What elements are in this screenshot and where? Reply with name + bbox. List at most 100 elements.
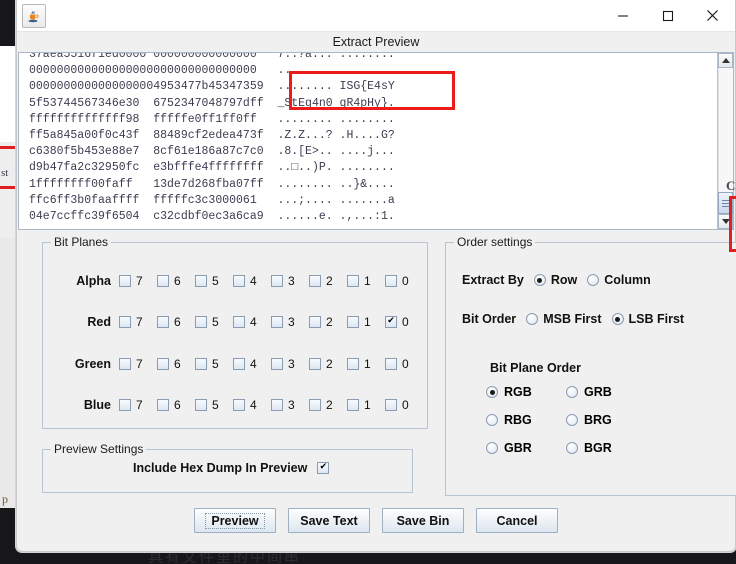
radio-bit-order-lsb-label: LSB First (628, 312, 685, 326)
save-bin-button[interactable]: Save Bin (382, 508, 464, 533)
extract-by-row: Extract By Row Column (462, 273, 651, 287)
include-hex-dump-checkbox[interactable] (317, 462, 330, 474)
bit-number-label: 2 (326, 398, 333, 412)
hex-dump-textarea[interactable]: 37aea5516f1ed0000 000000000000000 7..?a.… (18, 52, 734, 230)
bit-number-label: 0 (402, 274, 409, 288)
bit-plane-cell: 4 (233, 274, 271, 288)
bit-number-label: 4 (250, 357, 257, 371)
bit-number-label: 5 (212, 398, 219, 412)
checkbox-blue-bit-6[interactable] (157, 399, 169, 411)
bit-plane-row-green: Green 7 6 5 4 3 2 1 0 (43, 354, 427, 374)
hex-dump-line: 37aea5516f1ed0000 000000000000000 7..?a.… (29, 52, 395, 61)
radio-extract-by-row[interactable]: Row (533, 273, 577, 287)
hex-dump-line: d9b47fa2c32950fc e3bfffe4ffffffff ..□..)… (29, 161, 395, 175)
checkbox-green-bit-3[interactable] (271, 358, 283, 370)
radio-extract-by-column-label: Column (604, 273, 651, 287)
window-controls (600, 0, 735, 31)
radio-bit-order-msb[interactable]: MSB First (526, 312, 602, 326)
scroll-up-arrow-icon[interactable] (718, 53, 733, 68)
checkbox-alpha-bit-6[interactable] (157, 275, 169, 287)
bit-plane-cell: 3 (271, 315, 309, 329)
save-text-button[interactable]: Save Text (288, 508, 370, 533)
checkbox-alpha-bit-3[interactable] (271, 275, 283, 287)
bit-plane-row-alpha: Alpha 7 6 5 4 3 2 1 0 (43, 271, 427, 291)
checkbox-blue-bit-5[interactable] (195, 399, 207, 411)
checkbox-red-bit-3[interactable] (271, 316, 283, 328)
bit-number-label: 6 (174, 315, 181, 329)
radio-extract-by-row-indicator (533, 274, 546, 286)
radio-bit-plane-order-gbr[interactable]: GBR (486, 441, 566, 455)
checkbox-blue-bit-3[interactable] (271, 399, 283, 411)
bit-plane-order-row: GBR BGR (486, 441, 706, 455)
radio-brg-label: BRG (584, 413, 612, 427)
maximize-button[interactable] (645, 0, 690, 31)
bit-number-label: 1 (364, 274, 371, 288)
radio-bit-plane-order-rbg[interactable]: RBG (486, 413, 566, 427)
checkbox-alpha-bit-5[interactable] (195, 275, 207, 287)
hex-dump-line: 5f53744567346e30 6752347048797dff _StEg4… (29, 96, 395, 110)
radio-extract-by-column-indicator (587, 274, 600, 286)
bit-plane-channel-label: Green (74, 357, 111, 371)
hex-dump-line: ff5a845a00f0c43f 88489cf2edea473f .Z.Z..… (29, 129, 395, 143)
bit-plane-channel-label: Red (87, 315, 111, 329)
bit-number-label: 4 (250, 398, 257, 412)
checkbox-green-bit-7[interactable] (119, 358, 131, 370)
checkbox-green-bit-2[interactable] (309, 358, 321, 370)
bit-order-row: Bit Order MSB First LSB First (462, 312, 684, 326)
bit-number-label: 5 (212, 315, 219, 329)
bit-plane-cell: 3 (271, 398, 309, 412)
checkbox-green-bit-4[interactable] (233, 358, 245, 370)
preview-button[interactable]: Preview (194, 508, 276, 533)
bit-number-label: 4 (250, 274, 257, 288)
bit-plane-channel-label: Blue (83, 398, 111, 412)
bit-plane-cell: 1 (347, 274, 385, 288)
checkbox-red-bit-5[interactable] (195, 316, 207, 328)
radio-bit-plane-order-grb[interactable]: GRB (566, 385, 646, 399)
checkbox-red-bit-6[interactable] (157, 316, 169, 328)
bit-number-label: 4 (250, 315, 257, 329)
checkbox-red-bit-1[interactable] (347, 316, 359, 328)
radio-rgb-label: RGB (504, 385, 532, 399)
checkbox-blue-bit-7[interactable] (119, 399, 131, 411)
minimize-button[interactable] (600, 0, 645, 31)
bit-number-label: 7 (136, 315, 143, 329)
bit-plane-cell: 7 (119, 357, 157, 371)
close-button[interactable] (690, 0, 735, 31)
checkbox-green-bit-5[interactable] (195, 358, 207, 370)
radio-bit-plane-order-rgb[interactable]: RGB (486, 385, 566, 399)
checkbox-red-bit-2[interactable] (309, 316, 321, 328)
checkbox-red-bit-4[interactable] (233, 316, 245, 328)
radio-bit-order-lsb-indicator (611, 313, 624, 325)
radio-bit-plane-order-brg[interactable]: BRG (566, 413, 646, 427)
checkbox-green-bit-6[interactable] (157, 358, 169, 370)
checkbox-blue-bit-4[interactable] (233, 399, 245, 411)
radio-bit-plane-order-bgr[interactable]: BGR (566, 441, 646, 455)
bit-number-label: 6 (174, 274, 181, 288)
checkbox-alpha-bit-7[interactable] (119, 275, 131, 287)
bit-number-label: 3 (288, 398, 295, 412)
radio-bit-order-msb-label: MSB First (543, 312, 602, 326)
bit-number-label: 0 (402, 315, 409, 329)
radio-extract-by-column[interactable]: Column (587, 273, 651, 287)
checkbox-green-bit-0[interactable] (385, 358, 397, 370)
include-hex-dump-row: Include Hex Dump In Preview (133, 461, 330, 475)
checkbox-blue-bit-2[interactable] (309, 399, 321, 411)
bit-number-label: 5 (212, 357, 219, 371)
checkbox-green-bit-1[interactable] (347, 358, 359, 370)
checkbox-alpha-bit-4[interactable] (233, 275, 245, 287)
radio-bit-order-lsb[interactable]: LSB First (611, 312, 685, 326)
checkbox-alpha-bit-0[interactable] (385, 275, 397, 287)
bit-plane-cell: 6 (157, 315, 195, 329)
bit-plane-cell: 1 (347, 315, 385, 329)
radio-rbg-label: RBG (504, 413, 532, 427)
checkbox-blue-bit-0[interactable] (385, 399, 397, 411)
checkbox-alpha-bit-2[interactable] (309, 275, 321, 287)
checkbox-alpha-bit-1[interactable] (347, 275, 359, 287)
cancel-button[interactable]: Cancel (476, 508, 558, 533)
checkbox-red-bit-7[interactable] (119, 316, 131, 328)
background-window-left-b (0, 142, 16, 238)
bit-plane-checkbox-group: 7 6 5 4 3 2 1 0 (119, 274, 423, 288)
checkbox-blue-bit-1[interactable] (347, 399, 359, 411)
background-left-glyph: p (2, 492, 8, 506)
checkbox-red-bit-0[interactable] (385, 316, 397, 328)
